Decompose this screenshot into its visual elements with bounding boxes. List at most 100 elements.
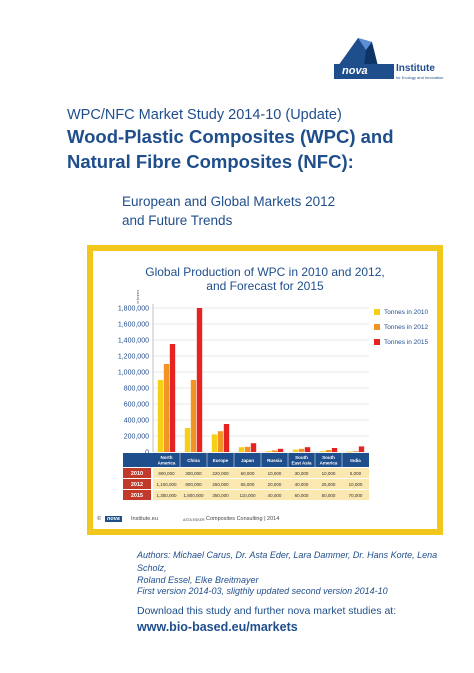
row-header-label: 2010 <box>131 471 143 477</box>
y-tick-label: 1,600,000 <box>118 322 149 329</box>
bar <box>223 424 230 452</box>
bar <box>358 446 365 452</box>
x-tick-label: Russia <box>267 458 282 463</box>
y-tick-label: 1,400,000 <box>118 338 149 345</box>
bar <box>277 448 284 452</box>
page-subtitle: European and Global Markets 2012 and Fut… <box>122 192 335 230</box>
x-tick-label: India <box>350 458 361 463</box>
row-header-label: 2015 <box>131 493 143 499</box>
bar <box>271 450 278 452</box>
y-tick-label: 1,800,000 <box>118 306 149 313</box>
x-tick-label: South <box>322 455 335 460</box>
data-label: 25,000 <box>322 482 336 487</box>
footer-domain: Institute.eu <box>131 516 158 522</box>
data-label: 1,350,000 <box>156 493 177 498</box>
bar <box>157 380 164 452</box>
x-tick-label: America <box>320 461 338 466</box>
x-tick-label: South <box>295 455 308 460</box>
data-label: 220,000 <box>212 471 229 476</box>
footer-partner-logo: ASTA ESKER <box>183 518 205 522</box>
bar <box>265 451 272 452</box>
authors: Authors: Michael Carus, Dr. Asta Eder, L… <box>137 549 457 587</box>
x-tick-label: North <box>161 455 173 460</box>
y-tick-label: 800,000 <box>124 386 149 393</box>
nova-logo-icon <box>338 38 378 66</box>
bar <box>352 451 359 452</box>
data-label: 20,000 <box>268 482 282 487</box>
data-label: 1,100,000 <box>156 482 177 487</box>
authors-line-2: Roland Essel, Elke Breitmayer <box>137 575 259 585</box>
data-label: 70,000 <box>349 493 363 498</box>
logo-wordmark: nova <box>334 64 394 79</box>
bar <box>346 451 353 453</box>
bar <box>169 344 176 452</box>
data-label: 260,000 <box>212 482 229 487</box>
download-note: Download this study and further nova mar… <box>137 605 397 617</box>
y-tick-label: 1,200,000 <box>118 354 149 361</box>
bar <box>190 380 197 452</box>
data-label: 60,000 <box>241 471 255 476</box>
logo-tagline: for Ecology and Innovation <box>396 75 444 80</box>
data-label: 40,000 <box>295 482 309 487</box>
data-label: 10,000 <box>322 471 336 476</box>
y-tick-label: 200,000 <box>124 434 149 441</box>
y-axis-label: in tonnes <box>136 290 140 304</box>
page-title: Wood-Plastic Composites (WPC) and Natura… <box>67 124 394 174</box>
bar <box>304 447 311 452</box>
data-label: 900,000 <box>158 471 175 476</box>
bar <box>298 448 305 452</box>
data-label: 1,800,000 <box>183 493 204 498</box>
bar <box>319 451 326 452</box>
copyright-icon: © <box>97 516 102 522</box>
legend-swatch-icon <box>374 309 380 316</box>
data-label: 300,000 <box>185 471 202 476</box>
study-label: WPC/NFC Market Study 2014-10 (Update) <box>67 107 342 123</box>
logo-institute: Institute <box>396 63 435 74</box>
bar <box>250 443 257 452</box>
bar <box>211 434 218 452</box>
title-line-2: Natural Fibre Composites (NFC): <box>67 151 354 172</box>
bar <box>244 446 251 452</box>
y-tick-label: 600,000 <box>124 402 149 409</box>
version-note: First version 2014-03, sligthly updated … <box>137 586 388 596</box>
data-label: 5,000 <box>350 471 362 476</box>
chart-panel-inner: Global Production of WPC in 2010 and 201… <box>93 251 437 529</box>
subtitle-line-1: European and Global Markets 2012 <box>122 194 336 209</box>
legend-swatch-icon <box>374 324 380 331</box>
data-label: 110,000 <box>240 493 256 498</box>
footer-consult: Composites Consulting | 2014 <box>206 516 280 522</box>
data-label: 350,000 <box>212 493 229 498</box>
row-header-label: 2012 <box>131 482 143 488</box>
x-tick-label: Europe <box>213 458 229 463</box>
data-label: 65,000 <box>241 482 255 487</box>
data-label: 60,000 <box>295 493 309 498</box>
bar <box>292 449 299 452</box>
authors-line-1: Authors: Michael Carus, Dr. Asta Eder, L… <box>137 550 438 573</box>
data-label: 900,000 <box>185 482 202 487</box>
title-line-1: Wood-Plastic Composites (WPC) and <box>67 126 394 147</box>
y-tick-label: 1,000,000 <box>118 370 149 377</box>
legend-swatch-icon <box>374 339 380 346</box>
data-label: 30,000 <box>295 471 309 476</box>
data-label: 10,000 <box>349 482 363 487</box>
y-tick-label: 400,000 <box>124 418 149 425</box>
bar <box>217 431 224 452</box>
legend-label: Tonnes in 2015 <box>384 339 429 346</box>
legend-label: Tonnes in 2010 <box>384 309 429 316</box>
legend-item-2015: Tonnes in 2015 <box>374 339 454 346</box>
x-tick-label: America <box>158 461 176 466</box>
bar-chart: in tonnes 1,800,000 1,600,000 1,400,000 1,20… <box>118 290 369 500</box>
legend-item-2012: Tonnes in 2012 <box>374 324 454 331</box>
legend-label: Tonnes in 2012 <box>384 324 429 331</box>
x-tick-label: East Asia <box>291 461 312 466</box>
data-label: 10,000 <box>268 471 282 476</box>
footer-nova-logo: nova <box>105 516 122 522</box>
x-tick-label: China <box>187 458 200 463</box>
x-tick-label: Japan <box>241 458 254 463</box>
download-link[interactable]: www.bio-based.eu/markets <box>137 620 298 634</box>
data-label: 50,000 <box>322 493 336 498</box>
bar <box>325 450 332 452</box>
bar <box>184 428 191 452</box>
data-label: 40,000 <box>268 493 282 498</box>
chart-panel: Global Production of WPC in 2010 and 201… <box>87 245 443 535</box>
